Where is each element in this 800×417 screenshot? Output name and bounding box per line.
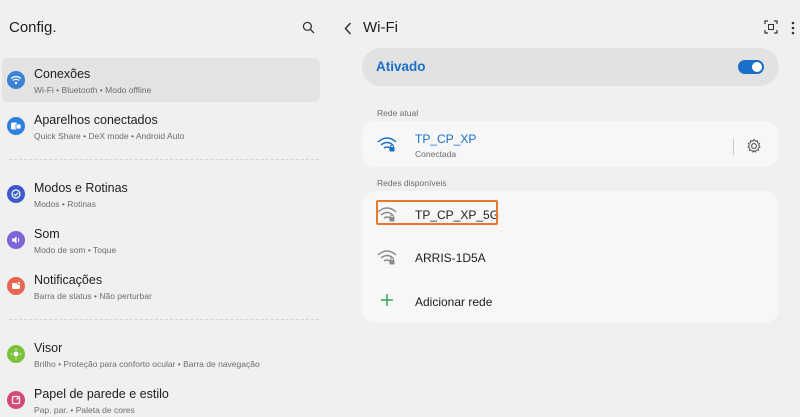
devices-icon (7, 117, 25, 135)
plus-icon (381, 294, 393, 306)
sidebar-item-subtitle: Quick Share • DeX mode • Android Auto (34, 131, 185, 141)
palette-icon (7, 391, 25, 409)
current-network-label: Rede atual (377, 108, 419, 118)
wifi-toggle-switch[interactable] (738, 60, 764, 74)
wifi-panel: Wi-Fi Ativado Rede atual TP_CP_XP Conect… (330, 0, 800, 417)
wifi-lock-icon (377, 207, 397, 222)
sidebar-item-visor[interactable]: Visor Brilho • Proteção para conforto oc… (2, 332, 320, 376)
sidebar-item-modos-rotinas[interactable]: Modos e Rotinas Modos • Rotinas (2, 172, 320, 216)
sidebar-item-label: Som (34, 227, 60, 241)
sidebar-item-aparelhos-conectados[interactable]: Aparelhos conectados Quick Share • DeX m… (2, 104, 320, 148)
more-options-button[interactable] (788, 19, 798, 37)
network-row[interactable]: TP_CP_XP_5G (362, 194, 779, 234)
available-networks-label: Redes disponíveis (377, 178, 447, 188)
qr-scan-icon (764, 20, 778, 34)
sidebar-item-subtitle: Pap. par. • Paleta de cores (34, 405, 135, 415)
current-network-status: Conectada (415, 149, 457, 159)
wifi-lock-icon (377, 250, 397, 265)
settings-sidebar: Config. Conexões Wi-Fi • Bluetooth • Mod… (0, 0, 330, 417)
more-vertical-icon (791, 21, 795, 35)
wifi-lock-icon (377, 137, 397, 152)
divider (9, 159, 319, 160)
sidebar-item-label: Aparelhos conectados (34, 113, 158, 127)
sidebar-item-subtitle: Barra de status • Não perturbar (34, 291, 152, 301)
divider (733, 139, 734, 155)
search-icon (302, 21, 314, 33)
sidebar-item-papel-de-parede[interactable]: Papel de parede e estilo Pap. par. • Pal… (2, 378, 320, 417)
sidebar-item-som[interactable]: Som Modo de som • Toque (2, 218, 320, 262)
gear-icon (747, 138, 761, 153)
network-name: ARRIS-1D5A (415, 251, 486, 265)
sidebar-item-notificacoes[interactable]: Notificações Barra de status • Não pertu… (2, 264, 320, 308)
sidebar-item-label: Papel de parede e estilo (34, 387, 169, 401)
current-network-card: TP_CP_XP Conectada (362, 121, 779, 167)
network-row[interactable]: ARRIS-1D5A (362, 237, 779, 277)
bell-icon (7, 277, 25, 295)
wifi-toggle-label: Ativado (376, 59, 426, 74)
available-networks-card: TP_CP_XP_5G ARRIS-1D5A Adicionar rede (362, 191, 779, 323)
current-network-row[interactable]: TP_CP_XP Conectada (362, 124, 779, 164)
sidebar-title: Config. (9, 19, 57, 36)
chevron-left-icon (344, 21, 352, 35)
back-button[interactable] (340, 19, 356, 37)
volume-icon (7, 231, 25, 249)
wifi-icon (7, 71, 25, 89)
sidebar-item-label: Conexões (34, 67, 91, 81)
search-button[interactable] (298, 17, 318, 37)
sidebar-item-label: Visor (34, 341, 63, 355)
sidebar-item-conexoes[interactable]: Conexões Wi-Fi • Bluetooth • Modo offlin… (2, 58, 320, 102)
sidebar-item-subtitle: Brilho • Proteção para conforto ocular •… (34, 359, 260, 369)
sidebar-item-label: Modos e Rotinas (34, 181, 128, 195)
sidebar-item-subtitle: Modo de som • Toque (34, 245, 117, 255)
current-network-name: TP_CP_XP (415, 132, 477, 146)
sidebar-item-subtitle: Wi-Fi • Bluetooth • Modo offline (34, 85, 152, 95)
add-network-row[interactable]: Adicionar rede (362, 281, 779, 321)
sidebar-item-subtitle: Modos • Rotinas (34, 199, 97, 209)
wifi-toggle-row[interactable]: Ativado (362, 48, 779, 86)
sun-icon (7, 345, 25, 363)
add-network-label: Adicionar rede (415, 295, 493, 309)
page-title: Wi-Fi (363, 19, 398, 36)
qr-scan-button[interactable] (763, 19, 779, 35)
network-settings-button[interactable] (745, 137, 763, 155)
divider (9, 319, 319, 320)
check-circle-icon (7, 185, 25, 203)
network-name: TP_CP_XP_5G (415, 208, 500, 222)
sidebar-item-label: Notificações (34, 273, 103, 287)
